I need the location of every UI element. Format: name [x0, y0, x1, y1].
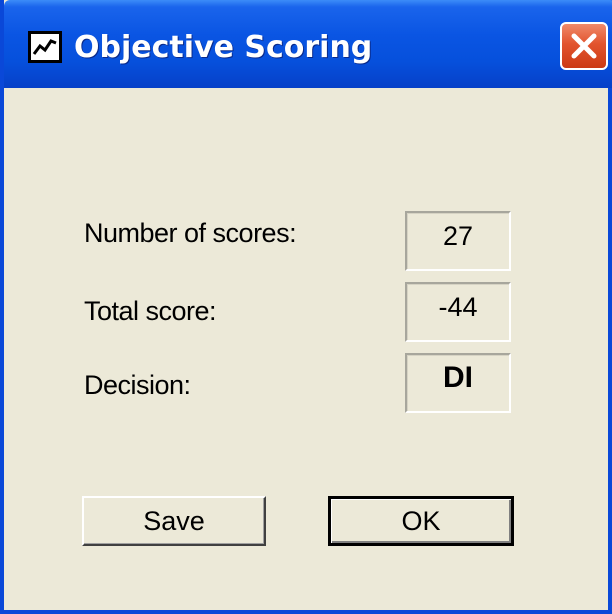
dialog-window: Objective Scoring Number of scores: 27 T… [0, 0, 612, 614]
save-button[interactable]: Save [82, 496, 266, 546]
number-of-scores-label: Number of scores: [84, 218, 297, 248]
chart-line-icon [28, 31, 62, 63]
number-of-scores-value: 27 [405, 211, 511, 271]
decision-label: Decision: [84, 370, 191, 400]
total-score-label: Total score: [84, 296, 217, 326]
title-bar[interactable]: Objective Scoring [4, 0, 612, 88]
total-score-value: -44 [405, 282, 511, 342]
ok-button[interactable]: OK [328, 496, 514, 546]
close-x-icon [571, 33, 597, 59]
close-button[interactable] [560, 22, 608, 70]
window-title: Objective Scoring [74, 30, 373, 65]
decision-value: DI [405, 353, 511, 413]
